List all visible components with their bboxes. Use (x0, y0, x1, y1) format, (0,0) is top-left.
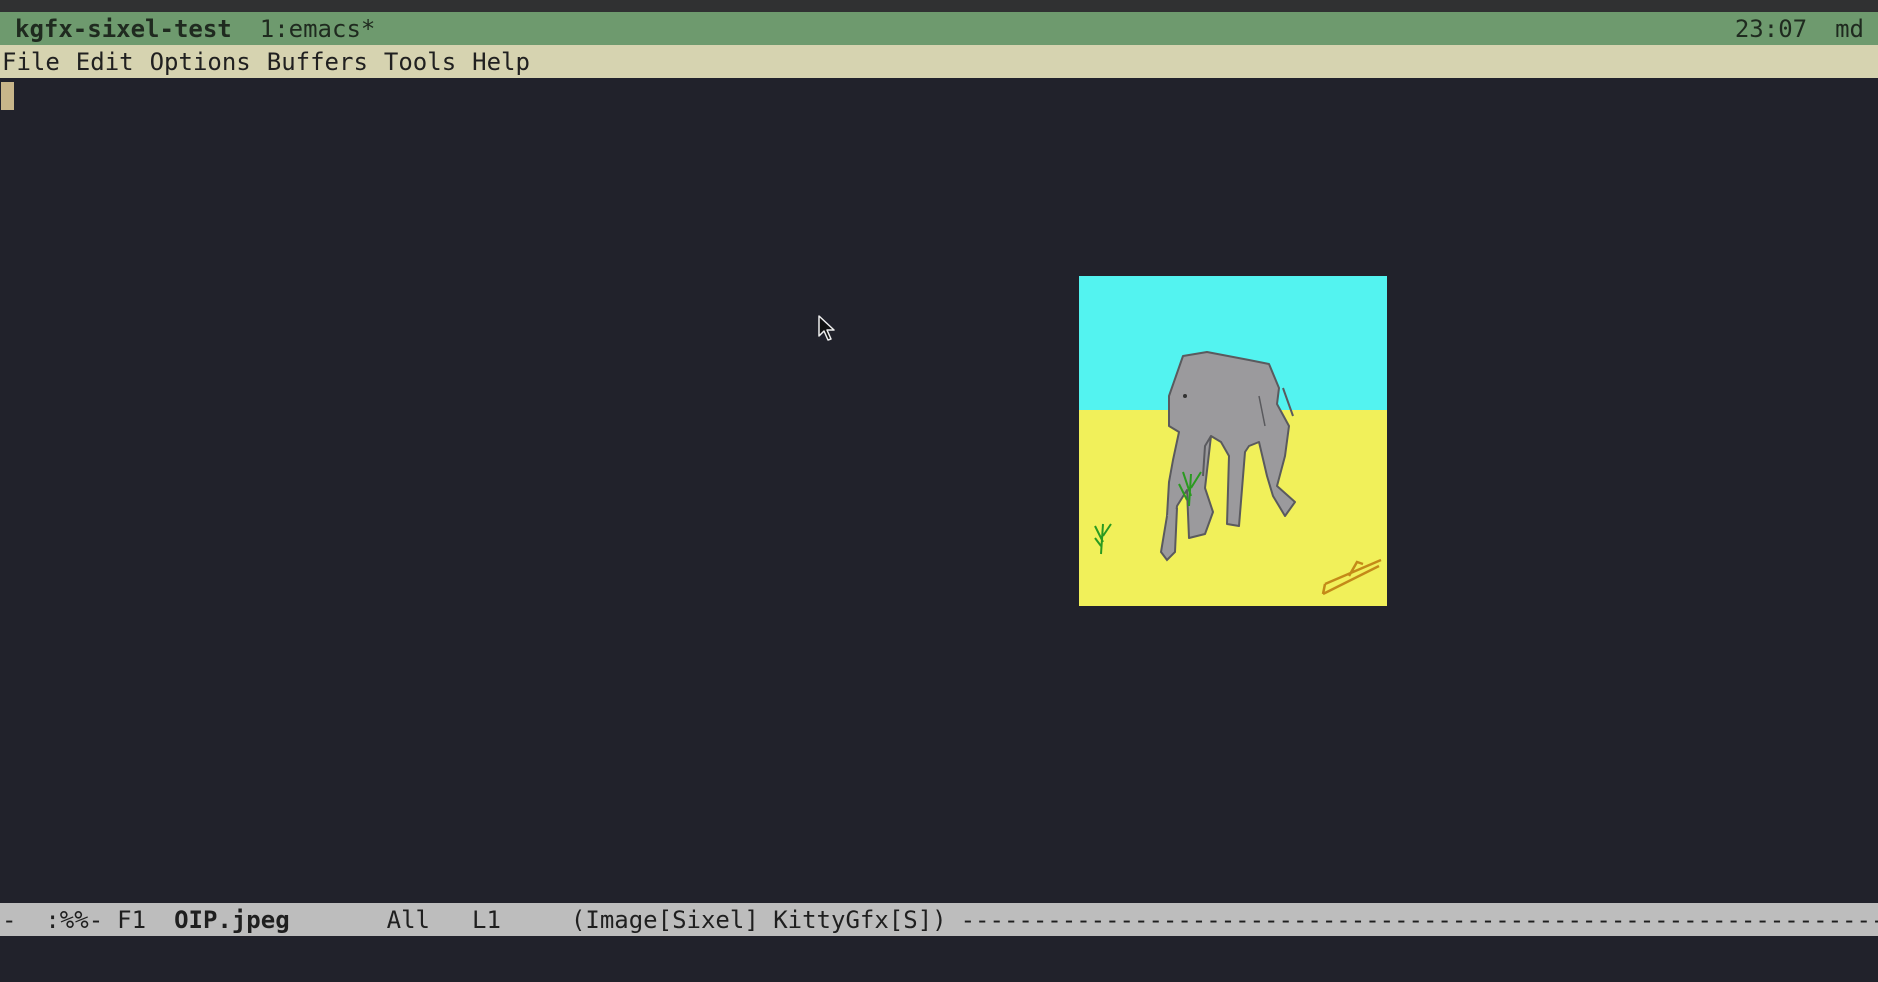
image-buffer[interactable] (0, 78, 1878, 903)
menu-buffers[interactable]: Buffers (265, 48, 368, 76)
mode-line-major-mode[interactable]: (Image[Sixel] KittyGfx[S]) (571, 906, 947, 934)
mode-line-line-number: L1 (472, 905, 501, 934)
menu-help[interactable]: Help (470, 48, 530, 76)
window-top-strip (0, 0, 1878, 12)
mode-line-fill: ----------------------------------------… (960, 905, 1878, 934)
menu-tools[interactable]: Tools (382, 48, 456, 76)
emacs-menu-bar: File Edit Options Buffers Tools Help (0, 45, 1878, 78)
echo-area[interactable] (0, 936, 1878, 982)
menu-options[interactable]: Options (148, 48, 251, 76)
sixel-image (1079, 276, 1387, 606)
tmux-status-bar: kgfx-sixel-test 1:emacs* 23:07 md (0, 12, 1878, 45)
menu-file[interactable]: File (0, 48, 60, 76)
mode-line-status: - :%%- (2, 905, 104, 934)
mode-line-buffer-name[interactable]: OIP.jpeg (174, 906, 290, 934)
tmux-window-tab[interactable]: 1:emacs* (260, 15, 376, 43)
emacs-mode-line[interactable]: - :%%- F1 OIP.jpeg All L1 (Image[Sixel] … (0, 903, 1878, 936)
menu-edit[interactable]: Edit (74, 48, 134, 76)
text-cursor (1, 82, 14, 110)
tmux-host: md (1835, 14, 1864, 43)
mouse-pointer-icon (818, 315, 835, 341)
tmux-clock: 23:07 (1734, 14, 1808, 43)
tmux-status-right: 23:07 md (1735, 15, 1878, 43)
tmux-session-name[interactable]: kgfx-sixel-test (15, 15, 232, 43)
mode-line-position: All (386, 905, 431, 934)
mode-line-frame: F1 (117, 905, 147, 934)
elephant-drawing (1079, 276, 1387, 606)
terminal-window: kgfx-sixel-test 1:emacs* 23:07 md File E… (0, 0, 1878, 982)
